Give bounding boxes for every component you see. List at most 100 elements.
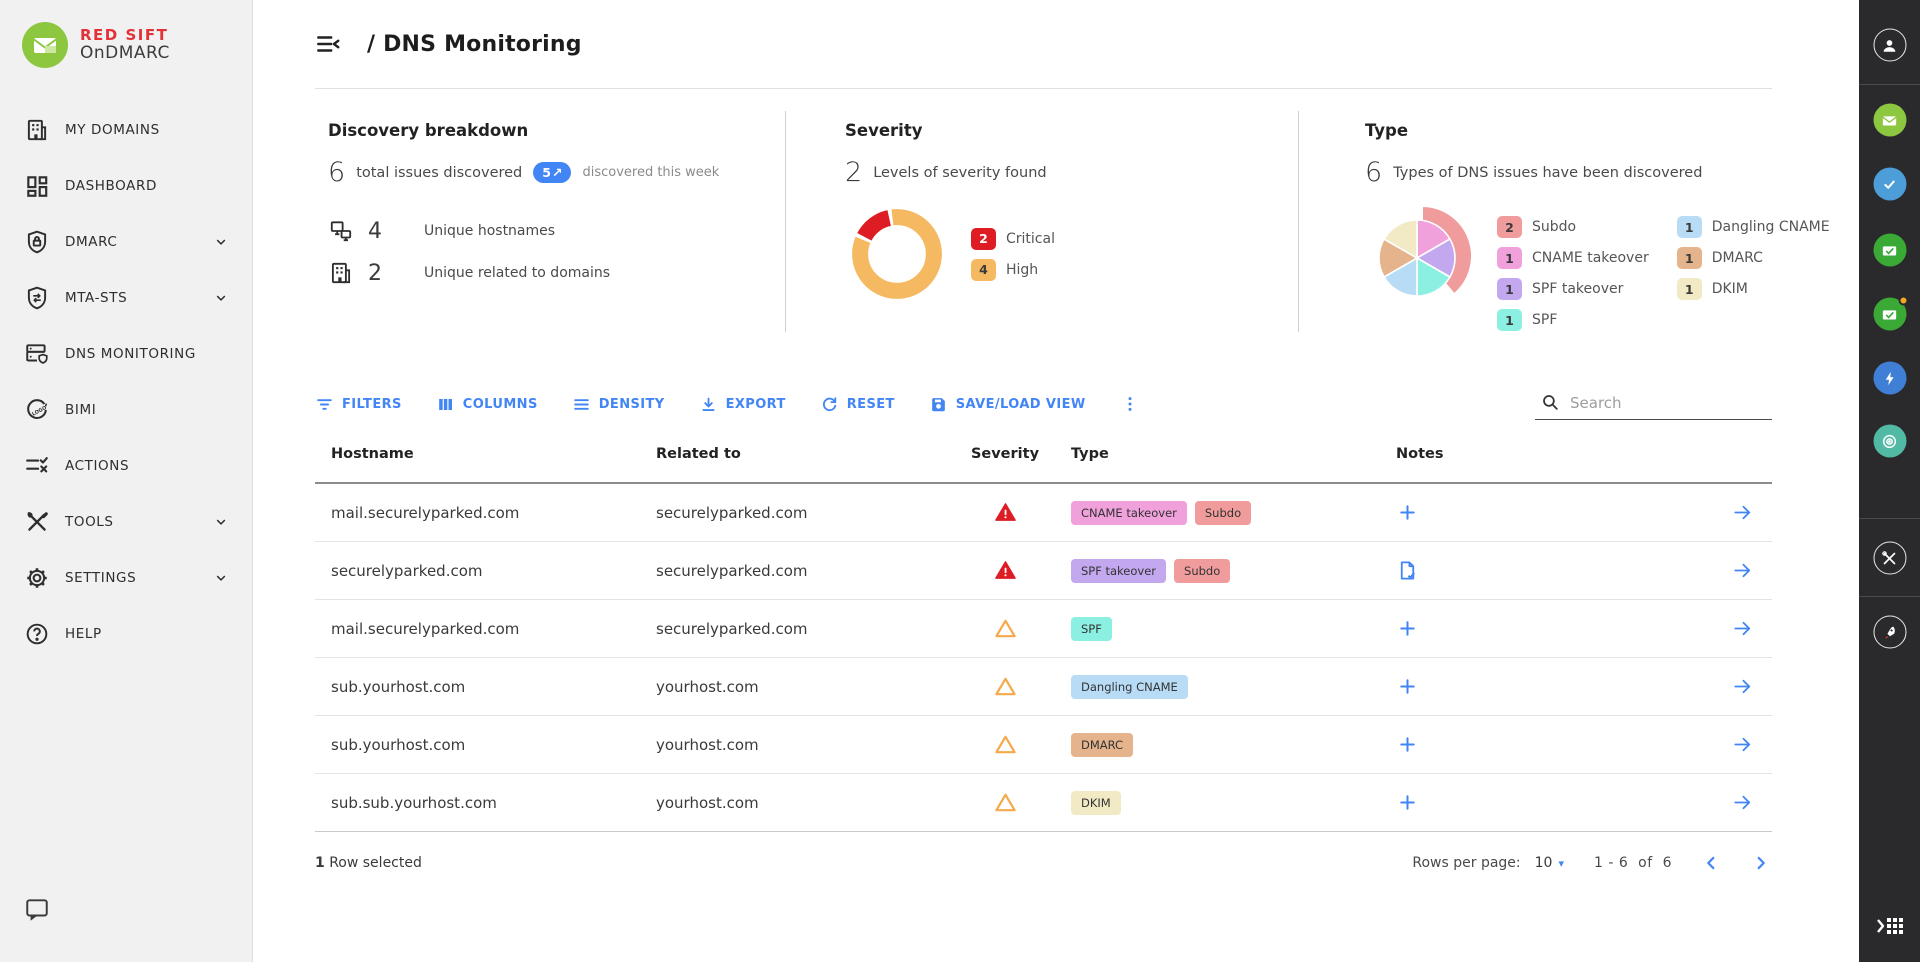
type-chip: DMARC <box>1071 733 1133 757</box>
view-note-button[interactable] <box>1396 559 1419 582</box>
app-teal-radar-icon[interactable] <box>1873 425 1906 458</box>
type-chip: SPF <box>1071 617 1112 641</box>
export-button[interactable]: EXPORT <box>699 395 786 414</box>
toolbar-button-label: FILTERS <box>342 397 402 412</box>
legend-count-chip: 1 <box>1677 247 1702 269</box>
sidebar-item-dns-monitoring[interactable]: DNS MONITORING <box>0 326 252 382</box>
type-chip: DKIM <box>1071 791 1121 815</box>
open-row-arrow-button[interactable] <box>1731 617 1772 640</box>
sidebar-item-label: MY DOMAINS <box>65 122 160 138</box>
sidebar-nav: MY DOMAINS DASHBOARDDMARCMTA-STSDNS MONIT… <box>0 102 252 662</box>
open-row-arrow-button[interactable] <box>1731 733 1772 756</box>
type-count: 6 <box>1365 157 1382 188</box>
table-row[interactable]: securelyparked.comsecurelyparked.comSPF … <box>315 542 1772 600</box>
add-note-button[interactable] <box>1396 733 1419 756</box>
account-button[interactable] <box>1873 29 1906 62</box>
sidebar-item-my-domains[interactable]: MY DOMAINS <box>0 102 252 158</box>
table-row[interactable]: mail.securelyparked.comsecurelyparked.co… <box>315 484 1772 542</box>
hostname-cell: securelyparked.com <box>315 562 640 580</box>
severity-card: Severity 2 Levels of severity found 2Cri… <box>785 89 1298 362</box>
toolbar-button-label: EXPORT <box>726 397 786 412</box>
open-row-arrow-button[interactable] <box>1731 501 1772 524</box>
stat-value: 2 <box>368 261 388 286</box>
shield-arrows-icon <box>24 285 50 311</box>
app-grid-icon[interactable] <box>1877 916 1903 940</box>
related-to-cell: securelyparked.com <box>640 504 955 522</box>
chevron-down-icon <box>212 513 230 531</box>
sidebar-item-dmarc[interactable]: DMARC <box>0 214 252 270</box>
sidebar-item-mta-sts[interactable]: MTA-STS <box>0 270 252 326</box>
next-page-button[interactable] <box>1750 852 1772 874</box>
app-blue-check-icon[interactable] <box>1873 168 1906 201</box>
pagination: Rows per page: 10▾ 1 - 6 of 6 <box>1412 852 1772 874</box>
discovery-stats: 4Unique hostnames2Unique related to doma… <box>328 218 785 286</box>
legend-item-high: 4High <box>971 259 1055 281</box>
table-row[interactable]: sub.yourhost.comyourhost.comDMARC <box>315 716 1772 774</box>
person-icon <box>1880 35 1900 55</box>
legend-label: DKIM <box>1712 281 1748 297</box>
filter-icon <box>315 395 334 414</box>
brand-logo[interactable]: RED SIFT OnDMARC <box>0 0 252 68</box>
column-header-notes[interactable]: Notes <box>1380 446 1685 462</box>
app-blue-bolt-icon[interactable] <box>1873 362 1906 395</box>
column-header-related-to[interactable]: Related to <box>640 446 955 462</box>
severity-high-icon <box>994 733 1017 756</box>
add-note-button[interactable] <box>1396 501 1419 524</box>
gear-icon <box>24 565 50 591</box>
rail-rocket-icon[interactable] <box>1873 616 1906 649</box>
legend-label: High <box>1006 262 1038 278</box>
rows-per-page-select[interactable]: 10▾ <box>1535 855 1564 871</box>
type-chip: SPF takeover <box>1071 559 1166 583</box>
summary-cards: Discovery breakdown 6 total issues disco… <box>315 88 1772 362</box>
app-green-mail-icon[interactable] <box>1873 104 1906 137</box>
table-row[interactable]: sub.sub.yourhost.comyourhost.comDKIM <box>315 774 1772 832</box>
legend-item-dkim: 1DKIM <box>1677 278 1830 300</box>
column-header-hostname[interactable]: Hostname <box>315 446 640 462</box>
sidebar-collapse-icon[interactable] <box>315 31 341 57</box>
related-to-cell: yourhost.com <box>640 678 955 696</box>
sidebar-item-tools[interactable]: TOOLS <box>0 494 252 550</box>
shield-lock-icon <box>24 229 50 255</box>
page-header: / DNS Monitoring <box>315 0 1772 88</box>
table-row[interactable]: mail.securelyparked.comsecurelyparked.co… <box>315 600 1772 658</box>
open-row-arrow-button[interactable] <box>1731 559 1772 582</box>
chevron-down-icon <box>212 569 230 587</box>
severity-high-icon <box>994 617 1017 640</box>
column-header-type[interactable]: Type <box>1055 446 1380 462</box>
legend-item-spf-takeover: 1SPF takeover <box>1497 278 1649 300</box>
sidebar-item-dashboard[interactable]: DASHBOARD <box>0 158 252 214</box>
add-note-button[interactable] <box>1396 617 1419 640</box>
brand-name-bottom: OnDMARC <box>80 44 170 64</box>
add-note-button[interactable] <box>1396 675 1419 698</box>
severity-card-title: Severity <box>845 121 1298 140</box>
reset-button[interactable]: RESET <box>820 395 895 414</box>
save-load-view-button[interactable]: SAVE/LOAD VIEW <box>929 395 1086 414</box>
add-note-button[interactable] <box>1396 791 1419 814</box>
table-toolbar: FILTERS COLUMNS DENSITY EXPORT RESET SAVE/LOA… <box>315 382 1772 426</box>
domains-icon <box>328 260 354 286</box>
open-row-arrow-button[interactable] <box>1731 675 1772 698</box>
filters-button[interactable]: FILTERS <box>315 395 402 414</box>
total-issues-count: 6 <box>328 157 345 188</box>
columns-button[interactable]: COLUMNS <box>436 395 538 414</box>
open-row-arrow-button[interactable] <box>1731 791 1772 814</box>
density-button[interactable]: DENSITY <box>572 395 665 414</box>
severity-critical-icon <box>994 501 1017 524</box>
brand-name-top: RED SIFT <box>80 27 170 44</box>
rail-tools-icon[interactable] <box>1873 542 1906 575</box>
brand-text: RED SIFT OnDMARC <box>80 27 170 64</box>
table-row[interactable]: sub.yourhost.comyourhost.comDangling CNA… <box>315 658 1772 716</box>
previous-page-button[interactable] <box>1700 852 1722 874</box>
search-input[interactable] <box>1570 394 1770 412</box>
column-header-severity[interactable]: Severity <box>971 446 1039 462</box>
more-options-kebab-icon[interactable] <box>1120 394 1140 414</box>
sidebar-item-bimi[interactable]: LOGOBIMI <box>0 382 252 438</box>
hostnames-icon <box>328 218 354 244</box>
legend-label: Critical <box>1006 231 1055 247</box>
sidebar-item-actions[interactable]: ACTIONS <box>0 438 252 494</box>
chat-widget-icon[interactable] <box>24 896 50 922</box>
sidebar-item-help[interactable]: HELP <box>0 606 252 662</box>
app-green-mail-check-icon[interactable] <box>1873 234 1906 267</box>
app-green-mail-badge-icon[interactable] <box>1873 298 1906 331</box>
sidebar-item-settings[interactable]: SETTINGS <box>0 550 252 606</box>
